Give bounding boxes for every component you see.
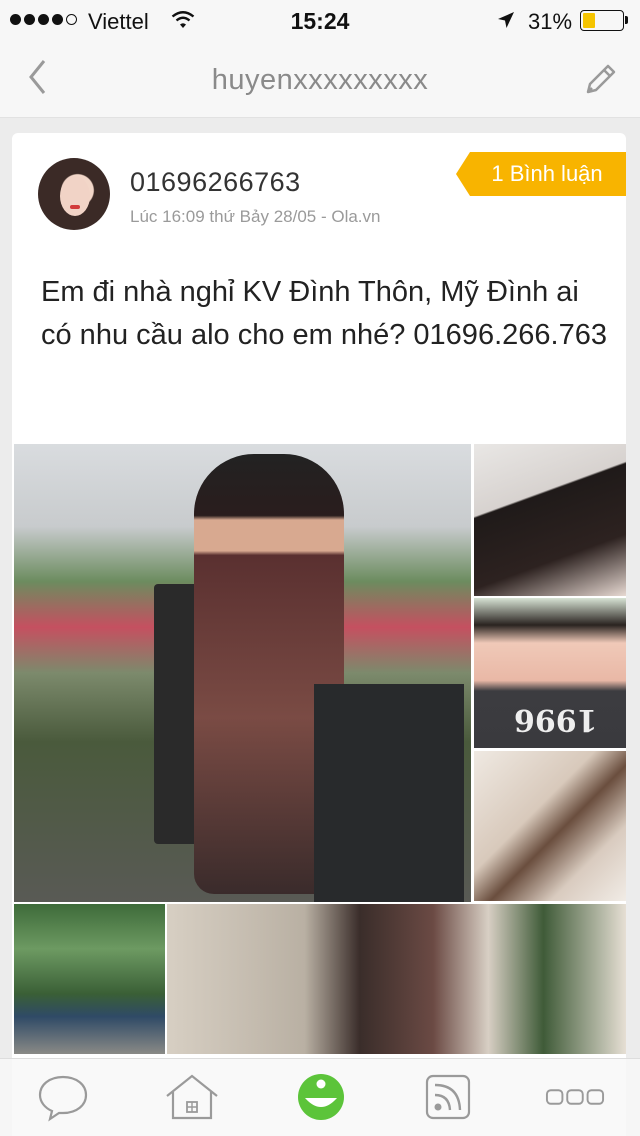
battery-level-fill [583,13,595,28]
author-name[interactable]: 01696266763 [130,167,301,198]
rss-feed-icon [425,1074,471,1120]
photo-6[interactable] [167,904,626,1054]
tab-home[interactable] [162,1069,222,1125]
page-title: huyenxxxxxxxxx [211,64,429,96]
photo-1[interactable] [14,444,471,902]
battery-tip [625,16,628,24]
location-arrow-icon [498,12,514,28]
battery-percentage: 31% [528,9,573,34]
pencil-icon[interactable] [580,60,620,100]
navigation-bar: huyenxxxxxxxxx [0,40,640,118]
comment-count-badge[interactable]: 1 Bình luận [456,152,626,196]
post-body: Em đi nhà nghỉ KV Đình Thôn, Mỹ Đình ai … [41,276,607,351]
post-timestamp: Lúc 16:09 thứ Bảy 28/05 - Ola.vn [130,207,381,226]
more-icon [545,1089,605,1105]
tab-smiley[interactable] [291,1069,351,1125]
tab-more[interactable] [545,1069,605,1125]
avatar[interactable] [38,158,110,230]
chat-bubble-icon [38,1075,88,1122]
tab-feed[interactable] [418,1069,478,1125]
smiley-icon [298,1074,344,1120]
tab-bar [0,1058,640,1136]
status-bar: Viettel 15:24 31% [0,0,640,40]
photo-2[interactable] [474,444,626,596]
photo-5[interactable] [14,904,165,1054]
tab-chat[interactable] [33,1069,93,1125]
post-card: 01696266763 Lúc 16:09 thứ Bảy 28/05 - Ol… [12,133,626,1136]
photo-3[interactable]: 1996 [474,598,626,748]
battery-icon [580,10,624,31]
home-icon [166,1074,218,1120]
photo-4[interactable] [474,751,626,901]
